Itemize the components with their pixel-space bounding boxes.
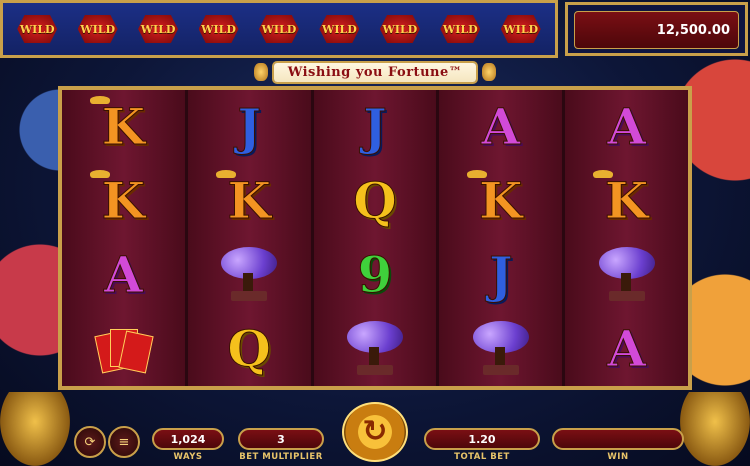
- gold-coin-icon: [253, 63, 268, 81]
- symbol-k: K: [227, 171, 271, 230]
- symbol-a: A: [607, 319, 647, 378]
- symbol-j: J: [237, 97, 262, 156]
- wild-tile: WILD: [440, 15, 481, 43]
- symbol-a: A: [481, 97, 521, 156]
- ways-label: WAYS: [173, 452, 203, 462]
- reel-5: A K A: [565, 90, 688, 386]
- symbol-cell: Q: [314, 164, 437, 238]
- symbol-q: Q: [227, 319, 272, 378]
- ways-display: 1,024: [152, 428, 224, 450]
- wild-tile: WILD: [500, 15, 541, 43]
- symbol-cell: A: [439, 90, 562, 164]
- reel-2: J K Q: [187, 90, 314, 386]
- symbol-a: A: [607, 97, 647, 156]
- wild-strip: WILD WILD WILD WILD WILD WILD WILD WILD …: [0, 0, 558, 58]
- wild-tile: WILD: [379, 15, 420, 43]
- golden-dragon-icon: [680, 392, 750, 466]
- ingot-icon: [467, 170, 488, 178]
- symbol-cell: A: [565, 90, 688, 164]
- wild-tile: WILD: [319, 15, 360, 43]
- reel-1: K K A: [62, 90, 188, 386]
- red-envelopes-icon: [94, 327, 155, 374]
- symbol-cell: [62, 312, 185, 386]
- bonsai-tree-icon: [343, 321, 407, 377]
- symbol-cell: A: [565, 312, 688, 386]
- symbol-cell: A: [62, 238, 185, 312]
- win-label: WIN: [607, 452, 629, 462]
- golden-dragon-icon: [0, 392, 70, 466]
- symbol-k: K: [101, 171, 146, 230]
- wild-tile: WILD: [258, 15, 299, 43]
- symbol-cell: [188, 238, 311, 312]
- symbol-cell: Q: [188, 312, 311, 386]
- spin-arrow-icon: ↻: [362, 414, 388, 449]
- total-bet-display[interactable]: 1.20: [424, 428, 540, 450]
- symbol-j: J: [488, 245, 513, 304]
- balance-value: 12,500.00: [574, 11, 739, 49]
- bonsai-tree-icon: [595, 247, 659, 303]
- symbol-cell: K: [439, 164, 562, 238]
- wild-tile: WILD: [198, 15, 239, 43]
- game-title: Wishing you Fortune™: [273, 62, 477, 82]
- reel-grid: K K A J K Q J Q 9 A K J A K A: [58, 86, 692, 390]
- wild-tile: WILD: [17, 15, 58, 43]
- ingot-icon: [90, 170, 110, 178]
- symbol-cell: J: [314, 90, 437, 164]
- symbol-9: 9: [357, 245, 393, 304]
- symbol-a: A: [104, 245, 144, 304]
- symbol-cell: [439, 312, 562, 386]
- symbol-cell: 9: [314, 238, 437, 312]
- ingot-icon: [593, 170, 614, 178]
- symbol-q: Q: [353, 171, 398, 230]
- symbol-j: J: [363, 97, 388, 156]
- menu-button[interactable]: ≡: [108, 426, 140, 458]
- symbol-k: K: [101, 97, 146, 156]
- refresh-icon: ⟳: [84, 434, 96, 450]
- symbol-k: K: [479, 171, 523, 230]
- reel-3: J Q 9: [313, 90, 440, 386]
- symbol-cell: K: [62, 90, 185, 164]
- symbol-cell: K: [565, 164, 688, 238]
- bet-multiplier-display[interactable]: 3: [238, 428, 324, 450]
- ingot-icon: [90, 96, 110, 104]
- reel-4: A K J: [439, 90, 566, 386]
- win-display: [552, 428, 684, 450]
- symbol-cell: [314, 312, 437, 386]
- balance-panel: 12,500.00: [565, 2, 748, 56]
- symbol-cell: [565, 238, 688, 312]
- gold-coin-icon: [482, 63, 497, 81]
- game-logo: Wishing you Fortune™: [236, 60, 514, 84]
- ingot-icon: [215, 170, 236, 178]
- wild-tile: WILD: [138, 15, 179, 43]
- symbol-cell: J: [188, 90, 311, 164]
- total-bet-label: TOTAL BET: [454, 452, 510, 462]
- symbol-cell: K: [62, 164, 185, 238]
- symbol-cell: J: [439, 238, 562, 312]
- menu-icon: ≡: [118, 434, 130, 450]
- symbol-k: K: [604, 171, 649, 230]
- bet-multiplier-label: BET MULTIPLIER: [239, 452, 323, 462]
- wild-tile: WILD: [77, 15, 118, 43]
- autoplay-button[interactable]: ⟳: [74, 426, 106, 458]
- symbol-cell: K: [188, 164, 311, 238]
- bonsai-tree-icon: [217, 247, 281, 303]
- bonsai-tree-icon: [469, 321, 533, 377]
- spin-button[interactable]: ↻: [342, 402, 408, 462]
